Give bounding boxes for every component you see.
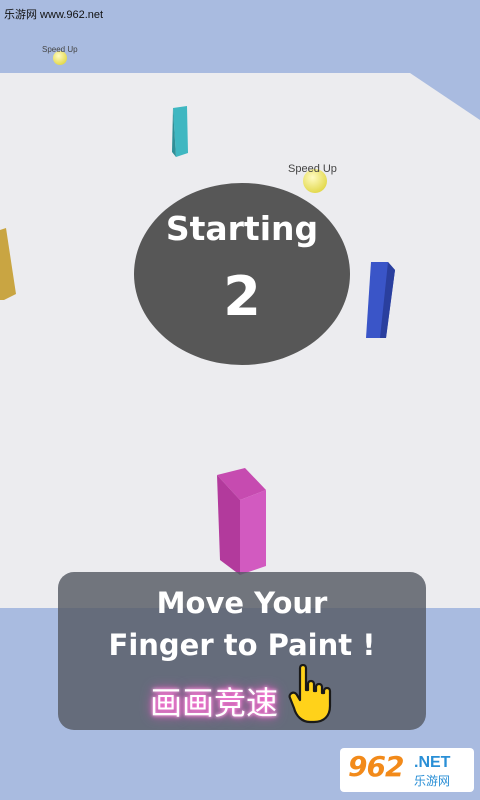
teal-block <box>172 106 188 157</box>
logo-number: 962 <box>348 750 404 783</box>
pointing-hand-icon <box>288 664 332 724</box>
speed-up-label: Speed Up <box>288 163 337 175</box>
top-watermark: 乐游网 www.962.net <box>4 9 104 21</box>
logo-net: .NET <box>414 754 451 771</box>
countdown-label: Starting <box>165 209 319 248</box>
player-paint-block <box>217 468 266 575</box>
app-title-overlay: 画画竞速 <box>150 684 279 722</box>
countdown-circle: Starting 2 <box>134 183 350 365</box>
site-logo-watermark: 962 .NET 乐游网 <box>340 748 474 792</box>
instruction-line-1: Move Your <box>156 586 328 620</box>
instruction-line-2: Finger to Paint ! <box>108 628 376 662</box>
countdown-number: 2 <box>223 265 261 328</box>
speed-up-label-far: Speed Up <box>42 45 78 54</box>
logo-site-name: 乐游网 <box>414 774 451 788</box>
